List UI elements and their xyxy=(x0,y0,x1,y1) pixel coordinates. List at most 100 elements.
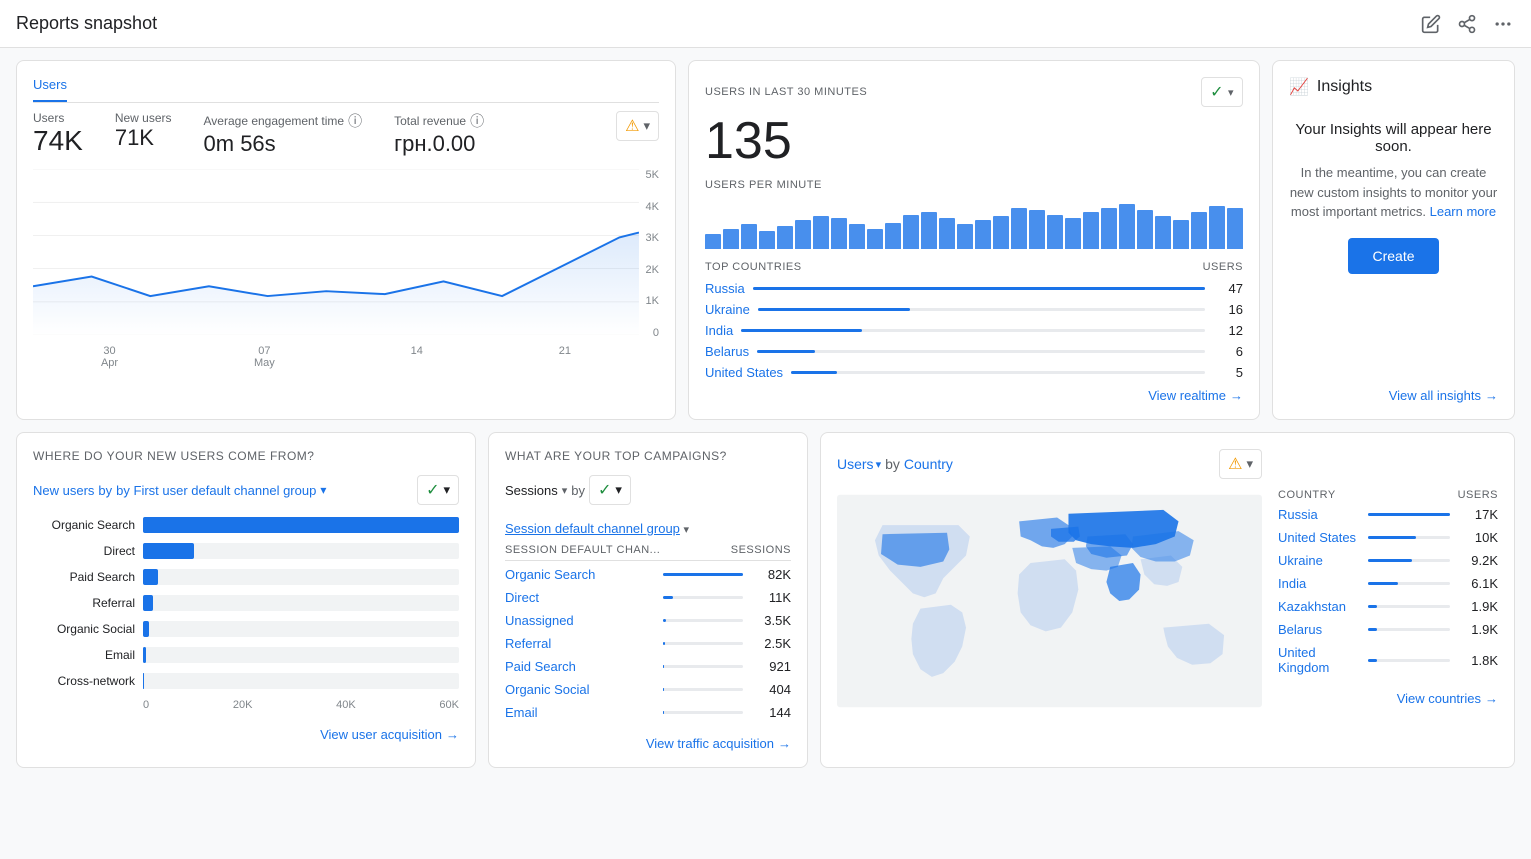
ct-name[interactable]: Belarus xyxy=(1278,622,1360,637)
campaign-name[interactable]: Referral xyxy=(505,636,655,651)
campaign-name[interactable]: Organic Social xyxy=(505,682,655,697)
campaigns-table-header: SESSION DEFAULT CHAN... SESSIONS xyxy=(505,544,791,561)
mini-bar xyxy=(1191,212,1207,249)
campaign-bar xyxy=(663,619,666,622)
country-table-header: COUNTRY USERS xyxy=(1278,489,1498,501)
mini-bar xyxy=(1119,204,1135,249)
country-filter-link[interactable]: Country xyxy=(904,456,953,472)
ct-count: 17K xyxy=(1458,507,1498,522)
ct-name[interactable]: India xyxy=(1278,576,1360,591)
map-country-row: India 6.1K xyxy=(1278,576,1498,591)
view-all-insights-link[interactable]: View all insights → xyxy=(1289,388,1498,403)
mini-bar xyxy=(1029,210,1045,249)
map-controls: Users ▾ by Country ⚠ ▾ xyxy=(837,449,1262,479)
ct-name[interactable]: United Kingdom xyxy=(1278,645,1360,675)
bar-fill xyxy=(143,673,144,689)
world-map xyxy=(837,491,1262,711)
realtime-check-dropdown[interactable]: ✓ ▾ xyxy=(1201,77,1243,107)
by-label: by xyxy=(571,483,585,498)
ct-name[interactable]: Ukraine xyxy=(1278,553,1360,568)
tab-users[interactable]: Users xyxy=(33,77,67,102)
insights-create-button[interactable]: Create xyxy=(1348,238,1438,274)
metric-new-users: New users 71K xyxy=(115,111,172,151)
mini-bar xyxy=(1173,220,1189,249)
map-countries-table: Russia 17K United States 10K Ukraine 9.2… xyxy=(1278,507,1498,675)
ct-name[interactable]: Kazakhstan xyxy=(1278,599,1360,614)
map-warning-badge[interactable]: ⚠ ▾ xyxy=(1219,449,1262,479)
view-user-acquisition-link[interactable]: View user acquisition → xyxy=(33,727,459,742)
metric-new-users-value: 71K xyxy=(115,125,172,151)
realtime-subtitle: USERS PER MINUTE xyxy=(705,179,1243,191)
metrics-tabs: Users xyxy=(33,77,659,103)
ct-bar-wrap xyxy=(1368,582,1450,585)
channel-group-filter[interactable]: Session default channel group xyxy=(505,521,680,536)
map-left-section: Users ▾ by Country ⚠ ▾ xyxy=(837,449,1262,751)
mini-bar xyxy=(993,216,1009,249)
country-bar-wrap xyxy=(758,308,1205,311)
campaign-row: Organic Social 404 xyxy=(505,682,791,697)
metric-engagement-value: 0m 56s xyxy=(204,131,363,157)
campaigns-table-body: Organic Search 82K Direct 11K Unassigned… xyxy=(505,567,791,720)
ct-name[interactable]: United States xyxy=(1278,530,1360,545)
view-realtime-link[interactable]: View realtime → xyxy=(705,388,1243,403)
insights-card: 📈 Insights Your Insights will appear her… xyxy=(1272,60,1515,420)
map-country-row: Russia 17K xyxy=(1278,507,1498,522)
campaign-count: 2.5K xyxy=(751,636,791,651)
mini-bar xyxy=(885,223,901,249)
mini-bars-chart xyxy=(705,199,1243,249)
view-countries-link[interactable]: View countries → xyxy=(1278,691,1498,706)
campaign-name[interactable]: Direct xyxy=(505,590,655,605)
view-traffic-acquisition-link[interactable]: View traffic acquisition → xyxy=(505,736,791,751)
campaign-bar-wrap xyxy=(663,619,743,622)
mini-bar xyxy=(903,215,919,249)
ct-bar-wrap xyxy=(1368,536,1450,539)
mini-bar xyxy=(1209,206,1225,249)
edit-icon[interactable] xyxy=(1419,12,1443,36)
ct-bar-wrap xyxy=(1368,559,1450,562)
metric-revenue-label: Total revenue ⓘ xyxy=(394,111,484,131)
realtime-number: 135 xyxy=(705,111,1243,171)
acquisition-filter-btn[interactable]: New users by by First user default chann… xyxy=(33,483,326,498)
ct-bar xyxy=(1368,536,1416,539)
bar-wrap xyxy=(143,647,459,663)
campaign-bar xyxy=(663,665,664,668)
users-dropdown[interactable]: Users ▾ xyxy=(837,456,881,472)
campaigns-check-dropdown[interactable]: ✓ ▾ xyxy=(589,475,631,505)
acquisition-controls: New users by by First user default chann… xyxy=(33,475,459,505)
country-name[interactable]: Russia xyxy=(705,281,745,296)
campaign-bar-wrap xyxy=(663,573,743,576)
campaign-bar-wrap xyxy=(663,665,743,668)
ct-bar-wrap xyxy=(1368,628,1450,631)
more-icon[interactable] xyxy=(1491,12,1515,36)
ct-count: 9.2K xyxy=(1458,553,1498,568)
country-name[interactable]: India xyxy=(705,323,733,338)
campaign-name[interactable]: Unassigned xyxy=(505,613,655,628)
page-header: Reports snapshot xyxy=(0,0,1531,48)
acquisition-bar-row: Paid Search xyxy=(33,569,459,585)
acquisition-bar-row: Organic Social xyxy=(33,621,459,637)
ct-bar xyxy=(1368,559,1412,562)
campaign-bar xyxy=(663,642,665,645)
metrics-values: Users 74K New users 71K Average engageme… xyxy=(33,111,659,157)
country-name[interactable]: Belarus xyxy=(705,344,749,359)
ct-name[interactable]: Russia xyxy=(1278,507,1360,522)
filter-btn-by: by xyxy=(98,483,112,498)
campaign-bar xyxy=(663,573,743,576)
country-name[interactable]: United States xyxy=(705,365,783,380)
warning-badge[interactable]: ⚠ ▾ xyxy=(616,111,659,141)
mini-bar xyxy=(831,218,847,249)
share-icon[interactable] xyxy=(1455,12,1479,36)
campaign-name[interactable]: Organic Search xyxy=(505,567,655,582)
campaign-bar-wrap xyxy=(663,688,743,691)
country-name[interactable]: Ukraine xyxy=(705,302,750,317)
campaign-bar-wrap xyxy=(663,711,743,714)
info-icon-engagement: ⓘ xyxy=(348,111,362,131)
bar-wrap xyxy=(143,517,459,533)
acquisition-check-dropdown[interactable]: ✓ ▾ xyxy=(417,475,459,505)
mini-bar xyxy=(705,234,721,249)
campaign-name[interactable]: Paid Search xyxy=(505,659,655,674)
insights-learn-more[interactable]: Learn more xyxy=(1430,204,1496,219)
campaign-name[interactable]: Email xyxy=(505,705,655,720)
chart-svg xyxy=(33,169,639,335)
bar-fill xyxy=(143,517,459,533)
